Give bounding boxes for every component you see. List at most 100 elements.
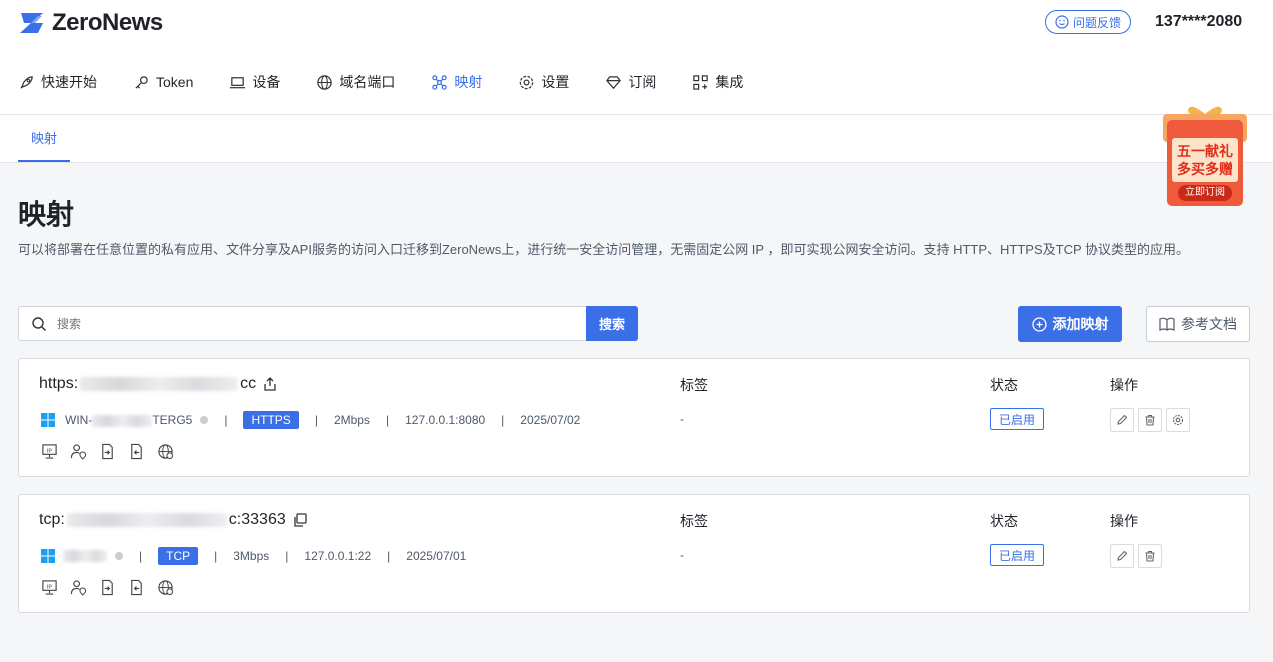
mapping-address[interactable]: tcp: c:33363 <box>39 511 307 529</box>
redacted-device-name[interactable] <box>63 550 107 562</box>
edit-button[interactable] <box>1110 408 1134 432</box>
promo-banner[interactable]: 五一献礼 多买多赠 立即订阅 <box>1160 102 1250 208</box>
pencil-icon <box>1117 550 1128 561</box>
file-import-icon[interactable] <box>99 443 116 460</box>
add-mapping-button[interactable]: 添加映射 <box>1018 306 1122 342</box>
bandwidth: 3Mbps <box>233 549 270 563</box>
mapping-meta: WIN- TERG5 | HTTPS | 2Mbps | 127.0.0.1:80… <box>41 409 580 431</box>
column-tag: 标签 <box>680 377 708 393</box>
file-import-icon[interactable] <box>99 579 116 596</box>
protocol-badge: HTTPS <box>243 411 299 429</box>
page-description: 可以将部署在任意位置的私有应用、文件分享及API服务的访问入口迁移到ZeroNe… <box>18 242 1190 257</box>
status-badge: 已启用 <box>990 544 1044 566</box>
settings-button[interactable] <box>1166 408 1190 432</box>
nav-label: 集成 <box>715 74 744 90</box>
nav-devices[interactable]: 设备 <box>229 70 280 94</box>
nav-mapping[interactable]: 映射 <box>431 70 482 94</box>
logo-text: ZeroNews <box>52 9 163 36</box>
share-icon[interactable] <box>263 377 277 391</box>
trash-icon <box>1145 414 1155 426</box>
delete-button[interactable] <box>1138 544 1162 568</box>
search-icon <box>32 316 47 331</box>
docs-label: 参考文档 <box>1181 316 1237 332</box>
nav-token[interactable]: Token <box>133 70 193 94</box>
device-name[interactable]: WIN- TERG5 <box>65 413 192 427</box>
trash-icon <box>1145 550 1155 562</box>
gear-icon <box>1172 414 1184 426</box>
nav-quick-start[interactable]: 快速开始 <box>18 70 97 94</box>
edit-button[interactable] <box>1110 544 1134 568</box>
user-phone[interactable]: 137****2080 <box>1155 13 1242 31</box>
search-field <box>19 307 586 340</box>
feature-icons: IP <box>41 579 174 596</box>
copy-icon[interactable] <box>293 513 307 527</box>
address-suffix: c:33363 <box>228 511 286 528</box>
smile-icon <box>1055 15 1069 29</box>
logo[interactable]: ZeroNews <box>18 9 163 37</box>
laptop-icon <box>230 76 246 88</box>
nav-label: 设备 <box>252 74 281 90</box>
nav-label: 设置 <box>541 74 570 90</box>
promo-line2: 多买多赠 <box>1177 161 1233 177</box>
docs-button[interactable]: 参考文档 <box>1146 306 1250 342</box>
created-date: 2025/07/01 <box>406 549 467 563</box>
feedback-button[interactable]: 问题反馈 <box>1045 10 1132 34</box>
svg-text:IP: IP <box>47 448 53 454</box>
protocol-badge: TCP <box>158 547 199 565</box>
key-icon <box>135 75 148 89</box>
mapping-meta: | TCP | 3Mbps | 127.0.0.1:22 | 2025/07/0… <box>41 545 466 567</box>
mapping-address[interactable]: https: cc <box>39 375 277 393</box>
ip-whitelist-icon[interactable]: IP <box>41 579 58 596</box>
column-ops: 操作 <box>1110 513 1138 529</box>
redacted-text <box>80 376 239 391</box>
grid-icon <box>693 74 709 90</box>
address-prefix: https: <box>39 375 79 392</box>
search-button[interactable]: 搜索 <box>586 306 638 341</box>
address-suffix: cc <box>240 375 257 392</box>
nav-settings[interactable]: 设置 <box>518 70 569 94</box>
svg-text:IP: IP <box>47 584 53 590</box>
nav-domain-port[interactable]: 域名端口 <box>316 70 395 94</box>
row-actions <box>1110 408 1190 432</box>
nav-label: 快速开始 <box>41 74 97 90</box>
mapping-card: https: cc 标签 状态 操作 WIN- TERG5 | HTTPS | 2M… <box>18 358 1250 477</box>
nav-integration[interactable]: 集成 <box>692 70 743 94</box>
globe-icon <box>317 74 333 90</box>
tag-value: - <box>680 412 684 426</box>
page-title: 映射 <box>18 199 75 230</box>
column-tag: 标签 <box>680 513 708 529</box>
device-status-dot <box>115 552 123 560</box>
local-address: 127.0.0.1:8080 <box>405 413 486 427</box>
user-location-icon[interactable] <box>70 443 87 460</box>
nav-subscription[interactable]: 订阅 <box>605 70 656 94</box>
windows-icon <box>41 413 55 427</box>
web-globe-icon[interactable] <box>157 443 174 460</box>
promo-cta[interactable]: 立即订阅 <box>1178 186 1232 200</box>
ip-whitelist-icon[interactable]: IP <box>41 443 58 460</box>
tab-mapping[interactable]: 映射 <box>18 115 70 162</box>
user-location-icon[interactable] <box>70 579 87 596</box>
nav-label: 订阅 <box>628 74 657 90</box>
plus-circle-icon <box>1031 316 1047 332</box>
device-prefix: WIN- <box>65 413 93 427</box>
delete-button[interactable] <box>1138 408 1162 432</box>
device-status-dot <box>200 416 209 424</box>
redacted-text <box>92 414 153 427</box>
nav-label: Token <box>156 74 194 90</box>
redacted-text <box>66 512 227 527</box>
feedback-label: 问题反馈 <box>1073 15 1122 30</box>
web-globe-icon[interactable] <box>157 579 174 596</box>
sub-tab-bar: 映射 <box>0 115 1273 163</box>
book-icon <box>1159 317 1175 331</box>
address-prefix: tcp: <box>39 511 65 528</box>
add-mapping-label: 添加映射 <box>1052 316 1109 332</box>
file-export-icon[interactable] <box>128 443 145 460</box>
tag-value: - <box>680 548 684 562</box>
row-actions <box>1110 544 1162 568</box>
device-suffix: TERG5 <box>152 413 193 427</box>
status-badge: 已启用 <box>990 408 1044 430</box>
search-input[interactable] <box>57 316 457 331</box>
local-address: 127.0.0.1:22 <box>304 549 372 563</box>
zeronews-logo-icon <box>20 13 43 33</box>
file-export-icon[interactable] <box>128 579 145 596</box>
